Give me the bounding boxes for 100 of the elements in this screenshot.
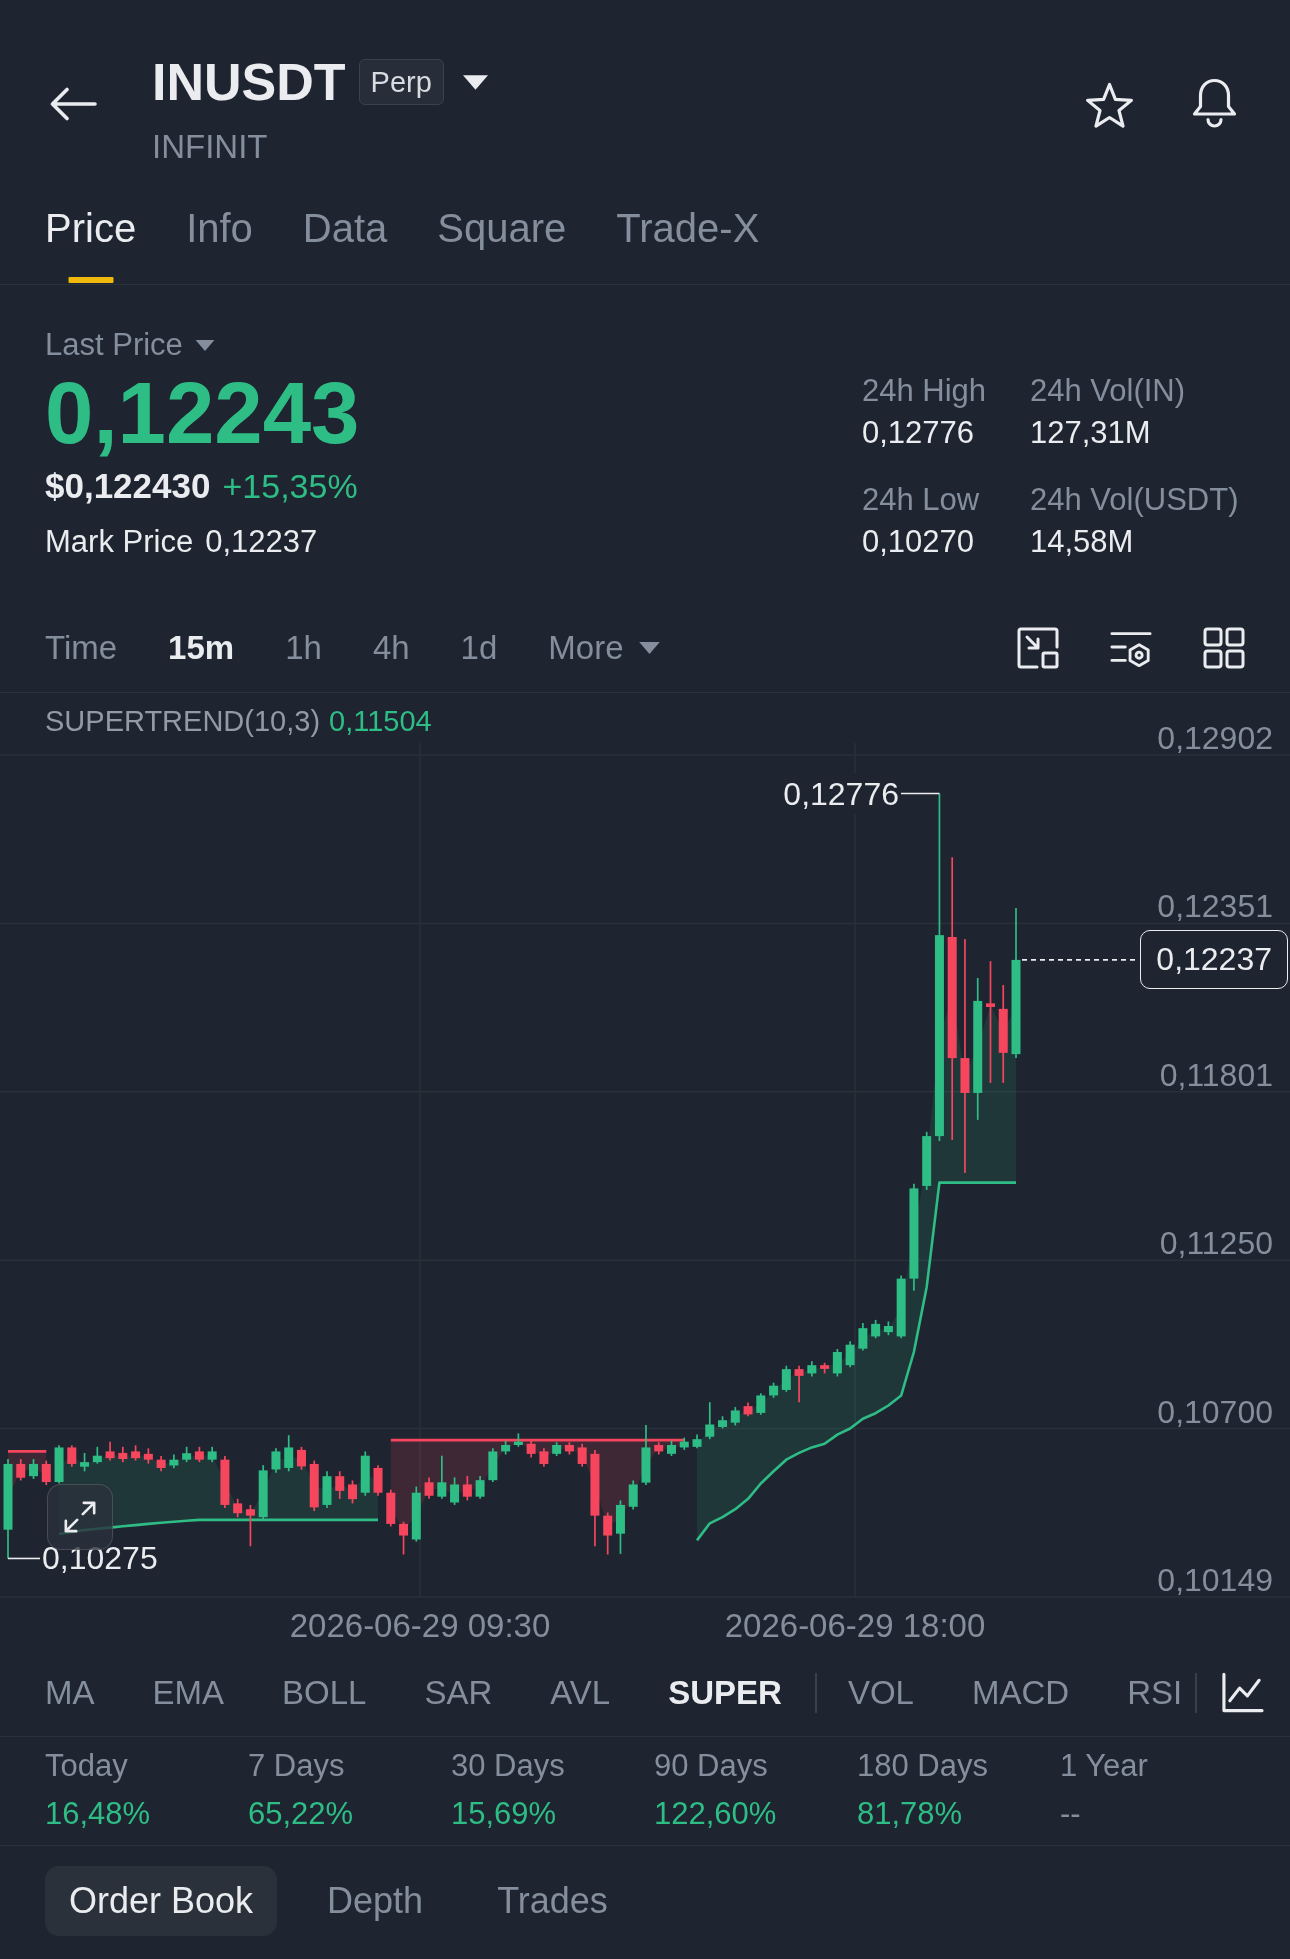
last-price-tag: 0,12237 [1140,930,1288,990]
symbol-title: INUSDT [152,52,346,112]
candlestick [628,1479,638,1511]
book-tab[interactable]: Trades [473,1866,632,1936]
candlestick [105,1440,115,1462]
usd-price: $0,122430 [45,465,211,507]
interval-option[interactable]: More [548,628,660,668]
candlestick [781,1364,791,1393]
candlestick [373,1464,383,1497]
stat-label: 24h Vol(IN) [1030,372,1186,410]
line-chart-icon[interactable] [1221,1672,1264,1714]
candlestick [156,1455,166,1473]
nav-tab[interactable]: Data [302,190,388,284]
low-leader-line [7,1557,41,1560]
star-icon[interactable] [1084,82,1135,129]
candlestick [871,1319,881,1340]
candlestick [335,1470,345,1500]
stat-value: 127,31M [1030,414,1151,452]
period-label: 90 Days [654,1747,768,1785]
nav-tab[interactable]: Square [437,190,567,284]
time-axis-label: 2026-06-29 09:30 [289,1607,551,1645]
period-change: 15,69% [451,1795,557,1833]
back-arrow-icon[interactable] [50,87,97,121]
candlestick [143,1447,153,1465]
period-change: 81,78% [857,1795,963,1833]
book-tab[interactable]: Depth [303,1866,448,1936]
indicator-tab[interactable]: RSI [1127,1673,1183,1713]
caret-icon[interactable] [462,74,488,90]
candlestick [807,1360,817,1378]
period-change: 65,22% [248,1795,354,1833]
indicator-tab[interactable]: BOLL [282,1673,367,1713]
candlestick [67,1444,77,1468]
indicator-tab[interactable]: EMA [152,1673,224,1713]
nav-tab[interactable]: Info [186,190,253,284]
candlestick [475,1475,485,1500]
candlestick [322,1470,332,1509]
indicator-tab[interactable]: VOL [847,1673,914,1713]
candlestick [679,1436,689,1451]
interval-option[interactable]: 1h [285,628,322,668]
candlestick [29,1458,38,1480]
book-tab[interactable]: Order Book [45,1866,278,1936]
stat-value: 14,58M [1030,523,1134,561]
candlestick [258,1464,268,1522]
candlestick [399,1520,409,1556]
candlestick [552,1441,562,1457]
indicator-tab[interactable]: MACD [971,1673,1070,1713]
candlestick [883,1320,893,1337]
candlestick [603,1511,613,1556]
period-label: Today [45,1747,128,1785]
expand-arrows-icon [63,1500,97,1534]
indicator-tab[interactable]: SUPER [668,1673,782,1713]
interval-option[interactable]: 15m [168,628,235,668]
candlestick [220,1455,230,1509]
nav-tab[interactable]: Trade-X [616,190,760,284]
candlestick [539,1447,549,1468]
candlestick [692,1433,702,1450]
indicator-name: SUPERTREND(10,3) [45,704,321,738]
stat-value: 0,12776 [862,414,975,452]
candlestick [743,1401,753,1418]
price-change: +15,35% [222,466,358,507]
stat-label: 24h Vol(USDT) [1030,481,1239,519]
price-axis-label: 0,10700 [1157,1395,1273,1428]
candlestick [245,1504,255,1548]
stat-label: 24h High [862,372,987,410]
window-arrow-icon[interactable] [1017,627,1059,669]
candlestick [820,1361,830,1375]
candlestick [858,1322,868,1352]
indicator-tab[interactable]: AVL [550,1673,611,1713]
interval-option[interactable]: Time [45,628,118,668]
candlestick [513,1432,523,1448]
candlestick [501,1439,511,1456]
candlestick [92,1446,102,1465]
stat-value: 0,10270 [862,523,975,561]
high-leader-line [900,792,941,795]
candlestick [718,1415,728,1430]
candlestick [794,1364,804,1403]
candlestick [118,1446,128,1463]
indicator-tab[interactable]: SAR [424,1673,493,1713]
indicator-tab[interactable]: MA [45,1673,95,1713]
candlestick [654,1441,664,1456]
grid-icon[interactable] [1203,627,1245,669]
interval-option[interactable]: 4h [372,628,410,668]
period-change: 122,60% [654,1795,777,1833]
candlestick [41,1459,51,1486]
period-label: 180 Days [857,1747,988,1785]
stat-label: 24h Low [862,481,980,519]
interval-option[interactable]: 1d [460,628,498,668]
candlestick [386,1488,396,1528]
candlestick [169,1453,179,1470]
time-axis-label: 2026-06-29 18:00 [724,1607,986,1645]
nav-tab[interactable]: Price [45,190,137,284]
candlestick [424,1476,434,1500]
candlestick [309,1459,319,1512]
price-axis-label: 0,10149 [1157,1564,1273,1596]
price-axis-label: 0,12902 [1157,722,1273,754]
candlestick [207,1446,217,1463]
candlestick [450,1476,460,1506]
candlestick [411,1485,421,1543]
candlestick [641,1424,651,1486]
candlestick [526,1439,536,1459]
